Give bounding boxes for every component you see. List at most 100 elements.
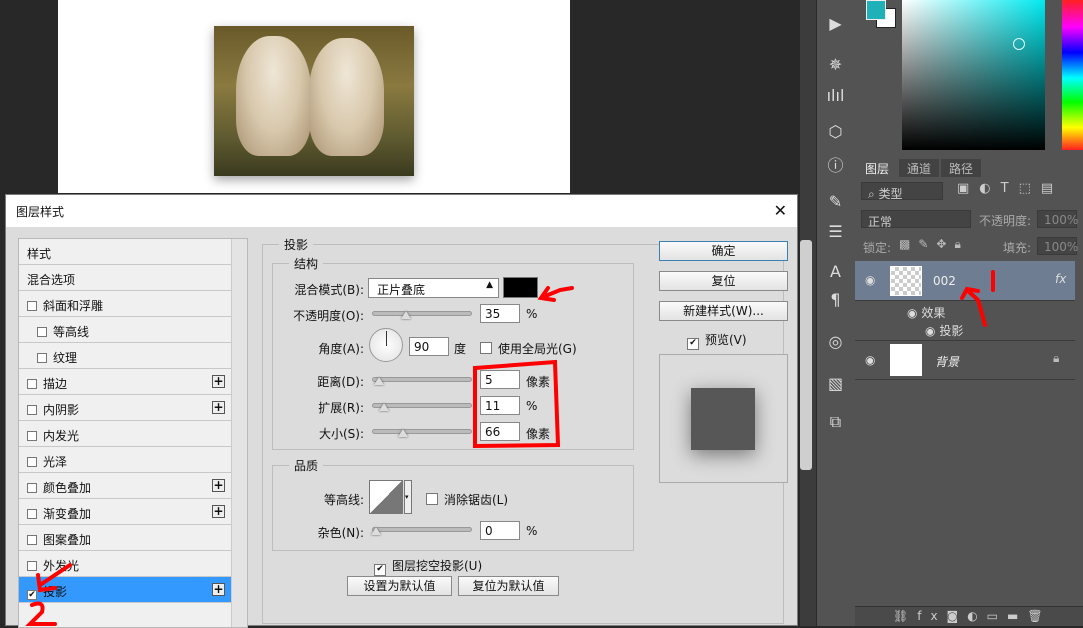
tab-layers[interactable]: 图层 [857,159,898,177]
layer-name[interactable]: 002 [933,274,956,288]
reset-button[interactable]: 复位 [659,271,788,291]
anti-alias-checkbox[interactable]: 消除锯齿(L) [426,491,508,508]
style-list-item[interactable]: 斜面和浮雕 [19,291,231,317]
filter-icons[interactable]: ▣◐T⬚▤ [957,181,1063,196]
blend-mode-select[interactable]: 正常 [861,210,971,229]
style-list-item[interactable]: 图案叠加 [19,525,231,551]
visibility-eye-icon[interactable]: ◉ [925,324,935,338]
checkbox-icon[interactable] [37,353,47,363]
slider-thumb[interactable] [374,377,384,385]
distance-input[interactable]: 5 [480,370,520,389]
checkbox-icon[interactable] [27,561,37,571]
checkbox-icon[interactable] [27,431,37,441]
color-picker-ring[interactable] [1013,38,1025,50]
info-icon[interactable]: ⓘ [816,152,855,176]
character-icon[interactable]: A [816,262,855,281]
style-list-item[interactable]: 描边 + [19,369,231,395]
visibility-eye-icon[interactable]: ◉ [865,353,875,367]
add-effect-icon[interactable]: + [212,505,225,518]
slider-thumb[interactable] [371,527,381,535]
checkbox-icon[interactable] [27,405,37,415]
checkbox-icon[interactable] [27,301,37,311]
noise-input[interactable]: 0 [480,521,520,540]
style-list-item[interactable]: 渐变叠加 + [19,499,231,525]
style-list-scrollbar[interactable] [231,239,247,627]
spread-input[interactable]: 11 [480,396,520,415]
layer-row-background[interactable]: ◉ 背景 🔒︎ [855,340,1075,380]
knockout-checkbox[interactable]: ✔ 图层挖空投影(U) [374,557,482,576]
checkbox-icon[interactable]: ✔ [687,338,699,350]
angle-input[interactable]: 90 [409,337,449,356]
lock-icons[interactable]: ▩✎✥🔒︎ [899,237,969,252]
paragraph-icon[interactable]: ¶ [816,290,855,309]
layer-comps-icon[interactable]: ⧉ [816,412,855,432]
blend-mode-select[interactable]: 正片叠底 ▲ [368,278,499,298]
checkbox-icon[interactable] [27,457,37,467]
contour-picker[interactable] [369,480,403,514]
effect-item-drop-shadow[interactable]: ◉ 投影 [925,322,963,339]
size-input[interactable]: 66 [480,422,520,441]
add-effect-icon[interactable]: + [212,583,225,596]
style-list-item[interactable]: 光泽 [19,447,231,473]
checkbox-icon[interactable] [27,509,37,519]
checkbox-icon[interactable] [480,342,492,354]
color-field[interactable] [902,0,1045,150]
reset-default-button[interactable]: 复位为默认值 [458,576,559,596]
effects-row[interactable]: ◉ 效果 [907,304,945,321]
clone-source-icon[interactable]: ◎ [816,332,855,351]
contour-dropdown-icon[interactable]: ▾ [404,480,412,514]
checkbox-icon[interactable] [27,379,37,389]
style-list-item[interactable]: ✔ 投影 + [19,577,231,603]
foreground-color-swatch[interactable] [866,0,886,20]
brush-icon[interactable]: ✎ [816,192,855,211]
distance-slider[interactable] [372,377,472,385]
tab-channels[interactable]: 通道 [899,159,940,177]
fx-icon[interactable]: fx [1055,272,1066,286]
noise-slider[interactable] [371,527,472,535]
add-effect-icon[interactable]: + [212,401,225,414]
global-light-checkbox[interactable]: 使用全局光(G) [480,340,577,357]
opacity-slider[interactable] [372,311,472,319]
spread-slider[interactable] [372,403,472,411]
add-effect-icon[interactable]: + [212,479,225,492]
style-list-item[interactable]: 内发光 [19,421,231,447]
shadow-color-swatch[interactable] [503,277,538,298]
angle-dial[interactable] [369,328,403,362]
checkbox-icon[interactable] [37,327,47,337]
new-style-button[interactable]: 新建样式(W)... [659,301,788,321]
play-icon[interactable]: ▶ [816,14,855,33]
style-list-item[interactable]: 样式 [19,239,231,265]
ok-button[interactable]: 确定 [659,241,788,261]
opacity-input[interactable]: 100% [1037,210,1078,228]
style-list-item[interactable]: 外发光 [19,551,231,577]
checkbox-icon[interactable] [27,483,37,493]
style-list-item[interactable]: 纹理 [19,343,231,369]
tab-paths[interactable]: 路径 [941,159,982,177]
slider-thumb[interactable] [379,403,389,411]
opacity-input[interactable]: 35 [480,304,520,323]
visibility-eye-icon[interactable]: ◉ [907,306,917,320]
style-list-item[interactable]: 内阴影 + [19,395,231,421]
size-slider[interactable] [372,429,472,437]
set-default-button[interactable]: 设置为默认值 [347,576,452,596]
canvas-scrollbar[interactable] [800,240,812,470]
3d-icon[interactable]: ⬡ [816,122,855,141]
checkbox-icon[interactable] [426,493,438,505]
style-list-item[interactable]: 混合选项 [19,265,231,291]
checkbox-icon[interactable]: ✔ [374,564,386,576]
add-effect-icon[interactable]: + [212,375,225,388]
layer-name[interactable]: 背景 [935,353,959,370]
checkbox-icon[interactable]: ✔ [27,590,37,600]
preview-checkbox[interactable]: ✔ 预览(V) [687,331,747,350]
style-list-item[interactable]: 颜色叠加 + [19,473,231,499]
close-icon[interactable]: ✕ [774,201,787,220]
visibility-eye-icon[interactable]: ◉ [865,273,875,287]
slider-thumb[interactable] [401,311,411,319]
filter-kind-select[interactable]: ⌕ 类型 [861,182,943,201]
layer-row-002[interactable]: ◉ 002 fx [855,261,1075,301]
navigator-icon[interactable]: ✵ [816,55,855,74]
adjust-icon[interactable]: ☰ [816,222,855,241]
tool-preset-icon[interactable]: ▧ [816,374,855,393]
slider-thumb[interactable] [398,429,408,437]
hue-slider[interactable] [1062,0,1083,150]
